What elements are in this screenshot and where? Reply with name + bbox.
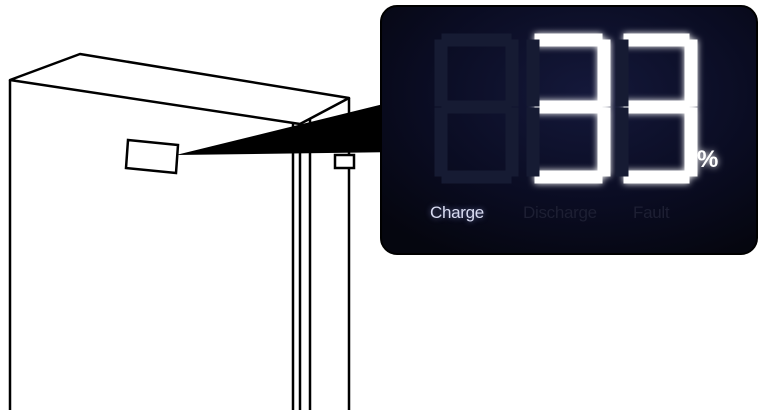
display-unit: % [697,146,718,173]
side-indicator [333,153,356,170]
cabinet-outline [8,52,351,410]
status-label-discharge: Discharge [523,203,597,222]
status-labels: Charge Discharge Fault [430,203,750,229]
product-diagram: % Charge Discharge Fault 33 [0,0,760,410]
status-label-fault: Fault [633,203,670,222]
display-value: 33 [540,40,541,41]
status-label-charge: Charge [430,203,484,222]
display-window [124,138,180,175]
